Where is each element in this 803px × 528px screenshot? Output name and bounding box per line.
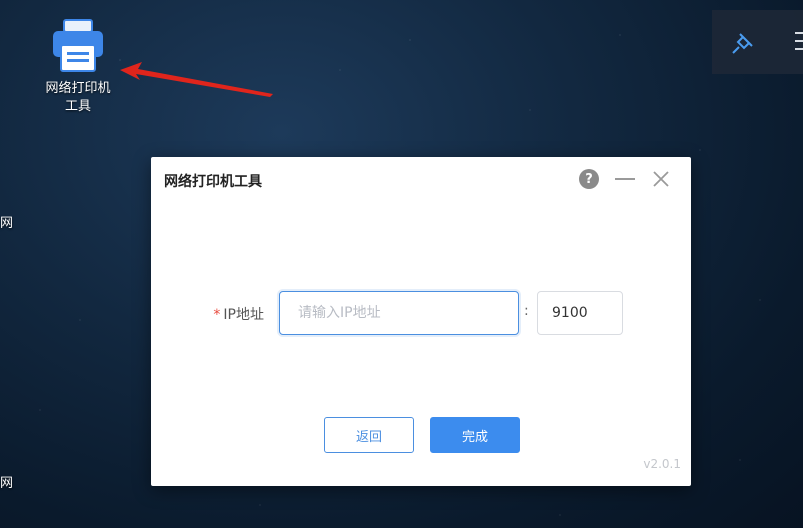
version-label: v2.0.1: [643, 457, 681, 471]
desktop-icon-label: 网络打印机 工具: [45, 81, 111, 114]
done-button[interactable]: 完成: [430, 417, 520, 453]
ip-address-input[interactable]: [279, 291, 519, 335]
ip-label-text: IP地址: [223, 307, 264, 323]
port-input[interactable]: [537, 291, 623, 335]
ip-address-row: *IP地址 :: [151, 291, 691, 335]
partial-desktop-label: 网: [0, 476, 14, 491]
arrow-annotation: [120, 62, 273, 97]
port-separator: :: [524, 303, 529, 319]
required-mark: *: [213, 307, 221, 323]
back-button[interactable]: 返回: [324, 417, 414, 453]
menu-icon[interactable]: [795, 32, 803, 56]
pin-icon[interactable]: [730, 30, 756, 56]
desktop-icon-network-printer-tool[interactable]: 网络打印机 工具: [34, 18, 122, 116]
ip-address-label: * IP地址: [199, 304, 264, 324]
network-printer-dialog: 网络打印机工具 ? *IP地址 : 返回 完成 v2.0.1: [151, 157, 691, 486]
system-tray: [712, 10, 803, 74]
dialog-title: 网络打印机工具: [164, 174, 262, 190]
help-icon[interactable]: ?: [579, 169, 599, 189]
printer-icon: [53, 19, 103, 72]
close-icon[interactable]: [651, 169, 671, 189]
minimize-icon[interactable]: [615, 178, 635, 180]
partial-desktop-label: 网: [0, 216, 14, 231]
